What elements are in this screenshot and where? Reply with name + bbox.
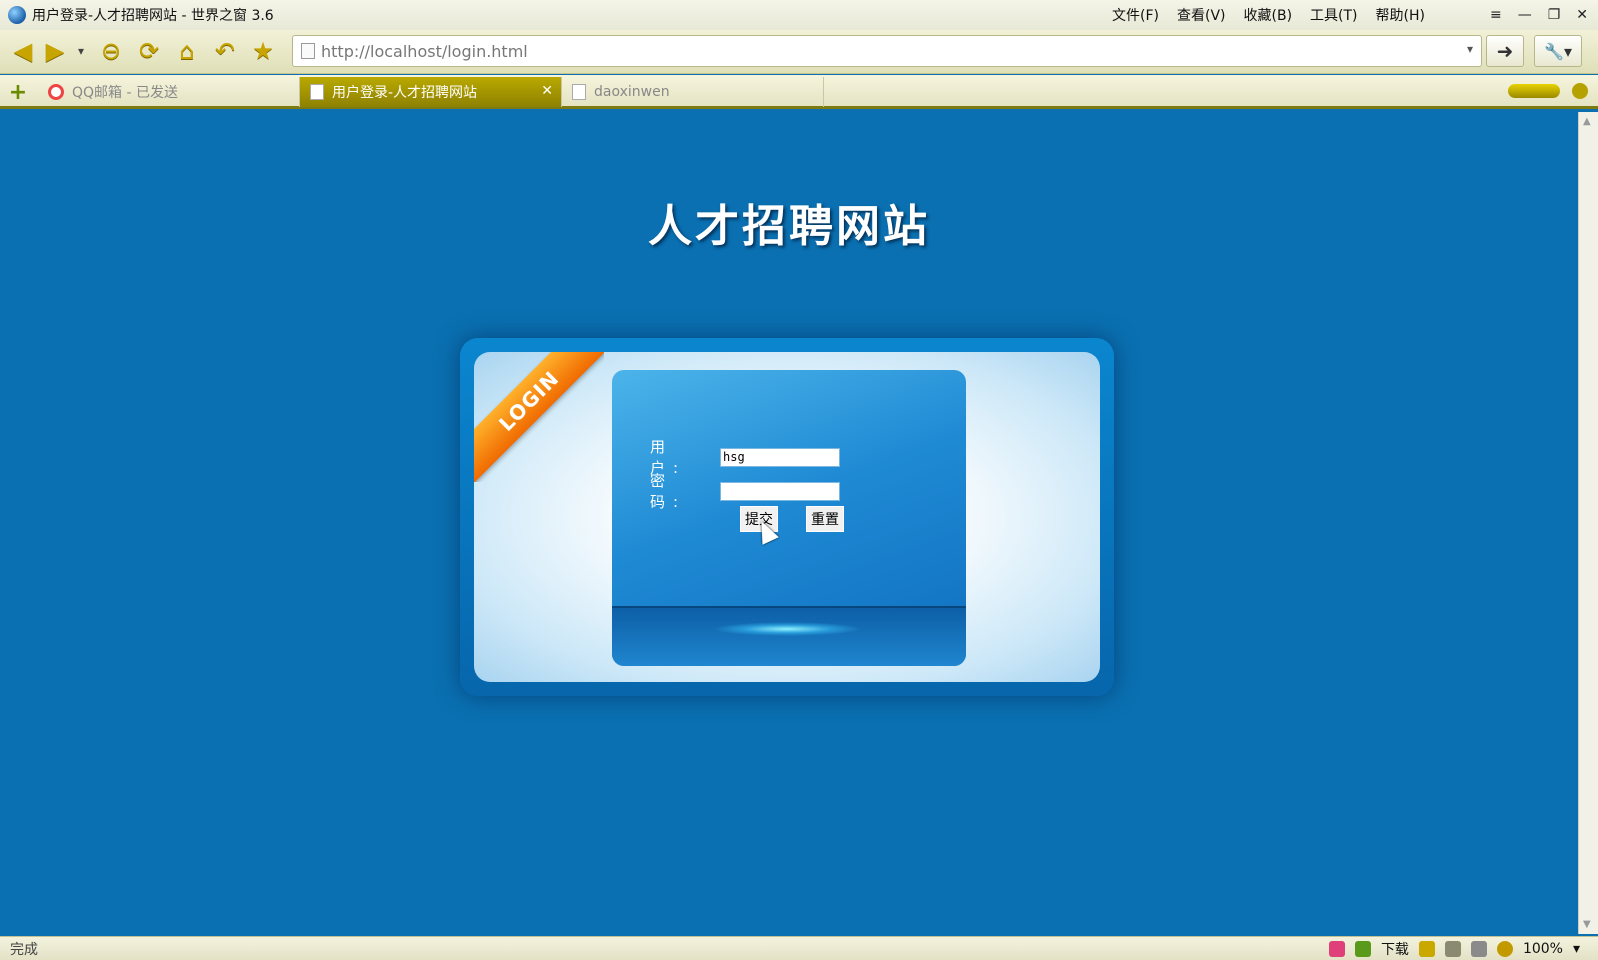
history-dropdown-icon[interactable]: ▾	[74, 36, 88, 66]
new-tab-plus-icon[interactable]: +	[6, 80, 30, 105]
tab-daoxinwen[interactable]: daoxinwen	[562, 77, 824, 107]
download-arrow-icon[interactable]	[1354, 941, 1371, 957]
address-url[interactable]: http://localhost/login.html	[321, 42, 528, 61]
page-icon	[310, 84, 324, 100]
reset-button[interactable]: 重置	[806, 506, 844, 532]
status-bar: 完成 下载 100% ▾	[0, 936, 1598, 960]
site-title: 人才招聘网站	[648, 201, 930, 252]
login-ribbon-label: LOGIN	[474, 352, 604, 482]
tools-wrench-icon[interactable]: 🔧▾	[1534, 35, 1582, 67]
favorites-star-icon[interactable]: ★	[248, 36, 278, 66]
tab-qq-mail[interactable]: QQ邮箱 - 已发送	[38, 77, 300, 107]
menu-bar: 文件(F) 查看(V) 收藏(B) 工具(T) 帮助(H)	[1112, 0, 1425, 30]
menu-view[interactable]: 查看(V)	[1177, 5, 1226, 25]
tab-label: 用户登录-人才招聘网站	[332, 85, 478, 101]
back-arrow-icon[interactable]: ◀	[8, 36, 38, 66]
zoom-dropdown-icon[interactable]: ▾	[1573, 941, 1580, 957]
clipboard-icon[interactable]	[1418, 941, 1435, 957]
qq-mail-icon	[48, 84, 64, 100]
stop-icon[interactable]: ⊖	[96, 36, 126, 66]
status-tools: 下载 100% ▾	[1328, 937, 1580, 960]
close-window-icon[interactable]: ✕	[1576, 7, 1588, 23]
login-form: 用 户: 密 码: 提交 重置	[612, 370, 966, 666]
login-panel: LOGIN 用 户: 密 码: 提交 重置	[460, 338, 1114, 696]
navigation-toolbar: ◀ ▶ ▾ ⊖ ⟳ ⌂ ↶ ★ http://localhost/login.h…	[0, 30, 1598, 74]
login-ribbon: LOGIN	[474, 352, 604, 482]
scroll-up-icon[interactable]: ▲	[1583, 116, 1591, 127]
download-label[interactable]: 下载	[1381, 939, 1409, 959]
address-dropdown-icon[interactable]: ▾	[1467, 42, 1473, 56]
menu-toggle-icon[interactable]: ≡	[1490, 7, 1502, 23]
window-title: 用户登录-人才招聘网站 - 世界之窗 3.6	[32, 8, 274, 24]
status-text: 完成	[10, 941, 38, 958]
home-icon[interactable]: ⌂	[172, 36, 202, 66]
password-input[interactable]	[720, 481, 840, 501]
menu-file[interactable]: 文件(F)	[1112, 5, 1159, 25]
menu-favorites[interactable]: 收藏(B)	[1244, 5, 1293, 25]
close-tab-icon[interactable]: ✕	[541, 83, 553, 99]
forward-arrow-icon[interactable]: ▶	[40, 36, 70, 66]
minimize-icon[interactable]: —	[1518, 7, 1532, 23]
zoom-magnifier-icon[interactable]	[1496, 941, 1513, 957]
wave-glow	[712, 622, 862, 636]
window-controls: ≡ — ❐ ✕	[1490, 0, 1588, 30]
restore-icon[interactable]: ❐	[1548, 7, 1561, 23]
address-bar[interactable]: http://localhost/login.html ▾	[292, 35, 1482, 67]
refresh-icon[interactable]: ⟳	[134, 36, 164, 66]
tab-label: daoxinwen	[594, 84, 670, 100]
page-content: 人才招聘网站 LOGIN 用 户: 密 码: 提交 重置	[0, 112, 1578, 934]
window-titlebar: 用户登录-人才招聘网站 - 世界之窗 3.6 文件(F) 查看(V) 收藏(B)…	[0, 0, 1598, 30]
undo-close-icon[interactable]: ↶	[210, 36, 240, 66]
login-panel-inner: LOGIN 用 户: 密 码: 提交 重置	[474, 352, 1100, 682]
page-icon	[572, 84, 586, 100]
go-button[interactable]: ➜	[1486, 35, 1524, 67]
scroll-down-icon[interactable]: ▼	[1583, 919, 1591, 930]
speaker-icon[interactable]	[1470, 941, 1487, 957]
screen-capture-icon[interactable]	[1328, 941, 1345, 957]
tab-menu-icon[interactable]	[1572, 83, 1588, 99]
sound-wave-decoration	[612, 606, 966, 666]
zoom-level[interactable]: 100%	[1523, 941, 1563, 957]
tab-bar: + QQ邮箱 - 已发送 用户登录-人才招聘网站 ✕ daoxinwen	[0, 75, 1598, 109]
menu-tools[interactable]: 工具(T)	[1310, 5, 1357, 25]
username-input[interactable]	[720, 447, 840, 467]
menu-help[interactable]: 帮助(H)	[1376, 5, 1425, 25]
password-label: 密 码:	[650, 472, 687, 511]
network-icon[interactable]	[1444, 941, 1461, 957]
tab-label: QQ邮箱 - 已发送	[72, 85, 178, 101]
tab-user-login[interactable]: 用户登录-人才招聘网站 ✕	[300, 77, 562, 107]
tab-scroll-icon[interactable]	[1508, 84, 1560, 98]
page-icon	[301, 43, 315, 59]
browser-globe-icon	[8, 6, 26, 24]
vertical-scrollbar[interactable]: ▲ ▼	[1578, 112, 1598, 934]
